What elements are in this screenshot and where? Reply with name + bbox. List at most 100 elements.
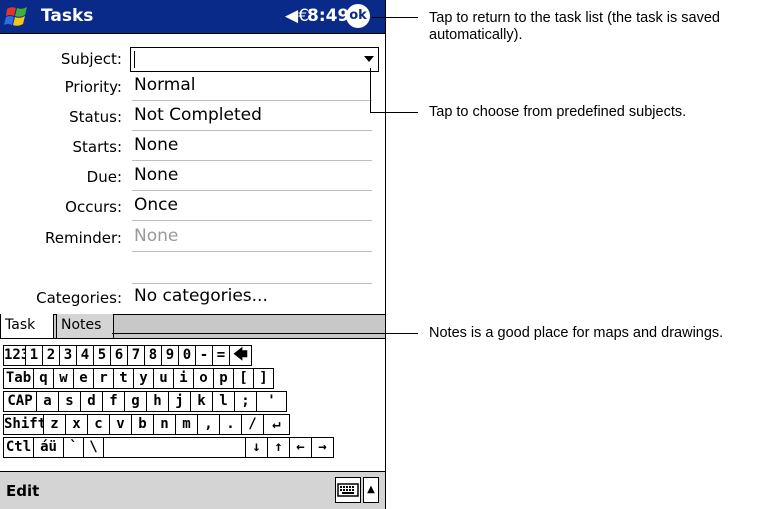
key-2[interactable]: 2 bbox=[42, 345, 60, 366]
key-3[interactable]: c bbox=[87, 414, 110, 435]
ok-button[interactable]: ok bbox=[346, 4, 370, 28]
pocket-pc-screen: Tasks ◀€ 8:49 ok Subject: Priority: Norm… bbox=[0, 0, 386, 509]
key-6[interactable]: ↑ bbox=[267, 437, 290, 458]
key-1[interactable]: q bbox=[33, 368, 54, 389]
key-13[interactable]: 🡄 bbox=[229, 345, 252, 366]
status-label: Status: bbox=[69, 108, 122, 126]
keyboard-icon[interactable] bbox=[335, 477, 361, 503]
notes-callout-text: Notes is a good place for maps and drawi… bbox=[429, 325, 724, 341]
speaker-icon[interactable]: ◀€ bbox=[285, 6, 309, 26]
key-10[interactable]: p bbox=[213, 368, 234, 389]
key-7[interactable]: ← bbox=[289, 437, 312, 458]
key-2[interactable]: ` bbox=[63, 437, 84, 458]
edit-menu[interactable]: Edit bbox=[6, 482, 39, 500]
tab-notes[interactable]: Notes bbox=[56, 314, 114, 339]
key-1[interactable]: a bbox=[36, 391, 59, 412]
priority-label: Priority: bbox=[64, 78, 122, 96]
key-0[interactable]: Ctl bbox=[3, 437, 34, 458]
key-10[interactable]: 0 bbox=[178, 345, 196, 366]
key-11[interactable]: ↵ bbox=[263, 414, 290, 435]
key-1[interactable]: z bbox=[43, 414, 66, 435]
subject-combobox[interactable] bbox=[130, 47, 379, 72]
space-key[interactable] bbox=[103, 437, 246, 458]
reminder-field[interactable]: None bbox=[132, 226, 372, 252]
key-11[interactable]: ' bbox=[256, 391, 287, 412]
key-3[interactable]: d bbox=[80, 391, 103, 412]
key-5[interactable]: g bbox=[124, 391, 147, 412]
key-2[interactable]: w bbox=[53, 368, 74, 389]
key-5[interactable]: ↓ bbox=[245, 437, 268, 458]
key-12[interactable]: = bbox=[212, 345, 230, 366]
categories-field[interactable]: No categories... bbox=[132, 286, 372, 312]
notes-callout-line bbox=[112, 333, 418, 334]
key-3[interactable]: \ bbox=[83, 437, 104, 458]
key-10[interactable]: ; bbox=[234, 391, 257, 412]
dropdown-arrow-icon[interactable] bbox=[364, 56, 374, 62]
key-8[interactable]: i bbox=[173, 368, 194, 389]
reminder-row: Reminder: None bbox=[0, 225, 385, 253]
priority-row: Priority: Normal bbox=[0, 74, 385, 102]
starts-row: Starts: None bbox=[0, 134, 385, 162]
key-7[interactable]: j bbox=[168, 391, 191, 412]
key-2[interactable]: x bbox=[65, 414, 88, 435]
key-5[interactable]: b bbox=[131, 414, 154, 435]
key-12[interactable]: ] bbox=[253, 368, 274, 389]
key-4[interactable]: f bbox=[102, 391, 125, 412]
title-bar: Tasks ◀€ 8:49 ok bbox=[0, 0, 385, 34]
clock[interactable]: 8:49 bbox=[307, 6, 349, 26]
start-menu-icon[interactable] bbox=[4, 4, 32, 30]
key-8[interactable]: k bbox=[190, 391, 213, 412]
key-11[interactable]: - bbox=[195, 345, 213, 366]
categories-label: Categories: bbox=[36, 289, 122, 307]
key-4[interactable]: v bbox=[109, 414, 132, 435]
key-9[interactable]: o bbox=[193, 368, 214, 389]
subject-callout-line bbox=[370, 112, 418, 113]
key-0[interactable]: Shift bbox=[3, 414, 46, 435]
key-6[interactable]: n bbox=[153, 414, 176, 435]
key-8[interactable]: → bbox=[311, 437, 334, 458]
tab-strip: Task Notes bbox=[0, 314, 385, 339]
due-row: Due: None bbox=[0, 164, 385, 192]
key-0[interactable]: 123 bbox=[3, 345, 29, 366]
categories-row: Categories: No categories... bbox=[0, 285, 385, 313]
occurs-field[interactable]: Once bbox=[132, 195, 372, 221]
occurs-row: Occurs: Once bbox=[0, 194, 385, 222]
key-6[interactable]: h bbox=[146, 391, 169, 412]
key-4[interactable]: 4 bbox=[76, 345, 94, 366]
key-6[interactable]: 6 bbox=[110, 345, 128, 366]
key-2[interactable]: s bbox=[58, 391, 81, 412]
key-1[interactable]: áü bbox=[33, 437, 64, 458]
key-7[interactable]: m bbox=[175, 414, 198, 435]
key-0[interactable]: CAP bbox=[3, 391, 37, 412]
starts-label: Starts: bbox=[72, 138, 122, 156]
key-6[interactable]: y bbox=[133, 368, 154, 389]
key-9[interactable]: . bbox=[219, 414, 242, 435]
due-field[interactable]: None bbox=[132, 165, 372, 191]
key-11[interactable]: [ bbox=[233, 368, 254, 389]
key-8[interactable]: 8 bbox=[144, 345, 162, 366]
menu-bar: Edit ▲ bbox=[0, 471, 385, 509]
key-8[interactable]: , bbox=[197, 414, 220, 435]
text-caret bbox=[134, 51, 135, 68]
key-0[interactable]: Tab bbox=[3, 368, 34, 389]
due-label: Due: bbox=[86, 168, 122, 186]
tab-task[interactable]: Task bbox=[0, 314, 54, 339]
key-9[interactable]: l bbox=[212, 391, 235, 412]
key-1[interactable]: 1 bbox=[25, 345, 43, 366]
key-7[interactable]: 7 bbox=[127, 345, 145, 366]
starts-field[interactable]: None bbox=[132, 135, 372, 161]
ok-callout-text: Tap to return to the task list (the task… bbox=[429, 10, 720, 43]
input-panel-arrow-icon[interactable]: ▲ bbox=[363, 477, 379, 503]
key-10[interactable]: / bbox=[241, 414, 264, 435]
soft-keyboard: 123 1 2 3 4 5 6 7 8 9 0- = 🡄 Tab q w e r t y u i o p[] CAP a s d f… bbox=[0, 345, 385, 461]
key-7[interactable]: u bbox=[153, 368, 174, 389]
key-3[interactable]: e bbox=[73, 368, 94, 389]
key-9[interactable]: 9 bbox=[161, 345, 179, 366]
key-5[interactable]: 5 bbox=[93, 345, 111, 366]
occurs-label: Occurs: bbox=[65, 198, 122, 216]
key-3[interactable]: 3 bbox=[59, 345, 77, 366]
priority-field[interactable]: Normal bbox=[132, 75, 372, 101]
key-5[interactable]: t bbox=[113, 368, 134, 389]
key-4[interactable]: r bbox=[93, 368, 114, 389]
status-field[interactable]: Not Completed bbox=[132, 105, 372, 131]
